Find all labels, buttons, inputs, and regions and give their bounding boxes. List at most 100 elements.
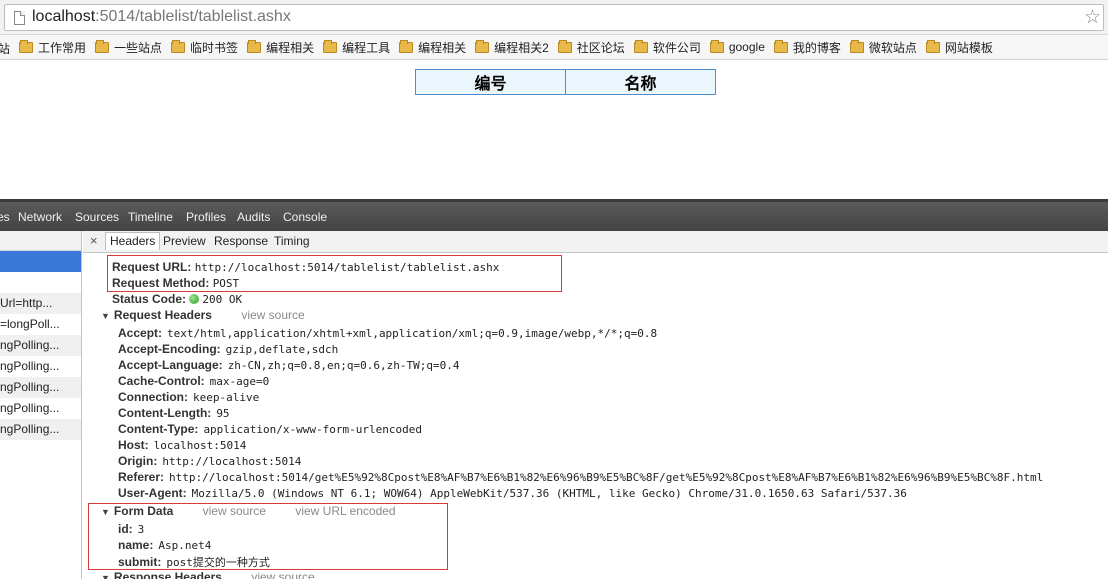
tab-response[interactable]: Response bbox=[214, 234, 268, 248]
header-key: User-Agent: bbox=[118, 486, 187, 500]
header-value: Asp.net4 bbox=[158, 539, 212, 552]
close-icon[interactable]: × bbox=[90, 233, 98, 248]
header-key: name: bbox=[118, 538, 154, 552]
bookmarks-bar: 站 工作常用 一些站点 临时书签 编程相关 编程工具 编程相关 编程相关2 社区论坛 软件公司 go… bbox=[0, 35, 1108, 60]
request-row[interactable]: ngPolling... bbox=[0, 377, 81, 398]
view-source-link[interactable]: view source bbox=[203, 504, 266, 518]
bookmark-item[interactable]: 微软站点 bbox=[849, 35, 917, 59]
bookmark-item[interactable]: 一些站点 bbox=[95, 35, 162, 59]
request-row[interactable]: ngPolling... bbox=[0, 335, 81, 356]
folder-icon bbox=[633, 39, 648, 53]
tab-timing[interactable]: Timing bbox=[274, 234, 310, 248]
request-row[interactable]: ngPolling... bbox=[0, 419, 81, 440]
folder-icon bbox=[709, 39, 724, 53]
request-list: Url=http... =longPoll... ngPolling... ngPol… bbox=[0, 231, 82, 579]
header-row: Accept: text/html,application/xhtml+xml,a… bbox=[118, 326, 657, 340]
bookmark-item[interactable]: 临时书签 bbox=[171, 35, 238, 59]
folder-icon bbox=[773, 39, 788, 53]
folder-icon bbox=[475, 39, 490, 53]
tab-headers[interactable]: Headers bbox=[105, 232, 161, 250]
request-row[interactable] bbox=[0, 251, 81, 272]
folder-icon bbox=[849, 39, 864, 53]
bookmark-item[interactable]: 编程工具 bbox=[323, 35, 390, 59]
bookmark-item[interactable]: 编程相关2 bbox=[475, 35, 549, 59]
page-content: 编号 名称 bbox=[0, 61, 1108, 198]
bookmark-star-icon[interactable]: ☆ bbox=[1084, 6, 1101, 29]
request-row[interactable]: ngPolling... bbox=[0, 356, 81, 377]
folder-icon bbox=[95, 39, 110, 53]
header-key: Connection: bbox=[118, 390, 188, 404]
bookmark-label: 临时书签 bbox=[190, 40, 239, 55]
tab-timeline[interactable]: Timeline bbox=[128, 210, 173, 224]
header-value: localhost:5014 bbox=[153, 439, 247, 452]
header-key: id: bbox=[118, 522, 133, 536]
header-key: submit: bbox=[118, 555, 162, 569]
bookmark-item[interactable]: 网站模板 bbox=[925, 35, 993, 59]
bookmark-label: 编程工具 bbox=[342, 40, 391, 55]
bookmark-label: 软件公司 bbox=[652, 40, 701, 55]
bookmark-label: 微软站点 bbox=[868, 40, 917, 55]
bookmark-item[interactable]: 站 bbox=[0, 36, 10, 59]
header-value: http://localhost:5014 bbox=[162, 455, 302, 468]
header-key: Content-Type: bbox=[118, 422, 199, 436]
folder-icon bbox=[19, 39, 34, 53]
headers-pane: Request URL: http://localhost:5014/table… bbox=[83, 254, 1108, 579]
header-row: submit: post提交的一种方式 bbox=[118, 554, 270, 570]
bookmark-label: 我的博客 bbox=[792, 40, 841, 55]
request-row[interactable]: =longPoll... bbox=[0, 314, 81, 335]
address-bar: localhost:5014/tablelist/tablelist.ashx … bbox=[0, 0, 1108, 35]
tab-preview[interactable]: Preview bbox=[163, 234, 206, 248]
header-key: Accept: bbox=[118, 326, 163, 340]
bookmark-label: 站 bbox=[0, 40, 10, 57]
response-headers-section[interactable]: ▼ Response Headers view source bbox=[101, 570, 315, 579]
bookmark-item[interactable]: 编程相关 bbox=[247, 35, 314, 59]
tab-sources[interactable]: Sources bbox=[75, 210, 119, 224]
bookmark-label: 编程相关 bbox=[266, 40, 315, 55]
view-source-link[interactable]: view source bbox=[251, 570, 314, 579]
header-key: Content-Length: bbox=[118, 406, 212, 420]
bookmark-item[interactable]: 社区论坛 bbox=[557, 35, 625, 59]
bookmark-item[interactable]: 我的博客 bbox=[773, 35, 841, 59]
url-text[interactable]: localhost:5014/tablelist/tablelist.ashx bbox=[32, 8, 291, 26]
request-url-row: Request URL: http://localhost:5014/table… bbox=[112, 260, 500, 274]
request-row[interactable]: ngPolling... bbox=[0, 398, 81, 419]
header-value: Mozilla/5.0 (Windows NT 6.1; WOW64) Appl… bbox=[191, 487, 907, 500]
tab-network[interactable]: Network bbox=[18, 210, 62, 224]
tab-profiles[interactable]: Profiles bbox=[186, 210, 226, 224]
view-url-encoded-link[interactable]: view URL encoded bbox=[295, 504, 395, 518]
status-code-row: Status Code: 200 OK bbox=[112, 292, 243, 306]
tab-console[interactable]: Console bbox=[283, 210, 327, 224]
header-key: Host: bbox=[118, 438, 149, 452]
request-method-row: Request Method: POST bbox=[112, 276, 240, 290]
bookmark-label: 编程相关 bbox=[418, 40, 467, 55]
bookmark-item[interactable]: 编程相关 bbox=[399, 35, 466, 59]
url-field[interactable]: localhost:5014/tablelist/tablelist.ashx … bbox=[4, 4, 1104, 31]
header-value: keep-alive bbox=[193, 391, 260, 404]
header-value: text/html,application/xhtml+xml,applicat… bbox=[167, 327, 658, 340]
request-headers-section[interactable]: ▼ Request Headers view source bbox=[101, 308, 305, 322]
bookmark-item[interactable]: 软件公司 bbox=[633, 35, 701, 59]
bookmark-item[interactable]: 工作常用 bbox=[19, 35, 86, 59]
view-source-link[interactable]: view source bbox=[241, 308, 304, 322]
devtools-toolbar: es Network Sources Timeline Profiles Aud… bbox=[0, 199, 1108, 231]
header-row: Content-Type: application/x-www-form-urle… bbox=[118, 422, 422, 436]
header-row: Origin: http://localhost:5014 bbox=[118, 454, 301, 468]
request-detail-tabs: × Headers Preview Response Timing bbox=[83, 231, 1108, 253]
table-header-name: 名称 bbox=[565, 69, 716, 95]
bookmark-item[interactable]: google bbox=[709, 35, 765, 59]
tab-elements[interactable]: es bbox=[0, 210, 10, 224]
request-row[interactable]: Url=http... bbox=[0, 293, 81, 314]
page-icon bbox=[14, 11, 25, 25]
bookmark-label: 社区论坛 bbox=[576, 40, 625, 55]
header-row: User-Agent: Mozilla/5.0 (Windows NT 6.1; … bbox=[118, 486, 907, 500]
expand-triangle-icon: ▼ bbox=[101, 311, 110, 321]
header-value: http://localhost:5014/get%E5%92%8Cpost%E… bbox=[169, 471, 1044, 484]
bookmark-label: 工作常用 bbox=[38, 40, 87, 55]
request-row[interactable] bbox=[0, 272, 81, 293]
tab-audits[interactable]: Audits bbox=[237, 210, 270, 224]
request-url-value: http://localhost:5014/tablelist/tablelis… bbox=[194, 261, 500, 274]
form-data-section[interactable]: ▼ Form Data view source view URL encoded bbox=[101, 504, 396, 518]
folder-icon bbox=[247, 39, 262, 53]
header-value: 95 bbox=[216, 407, 230, 420]
folder-icon bbox=[323, 39, 338, 53]
